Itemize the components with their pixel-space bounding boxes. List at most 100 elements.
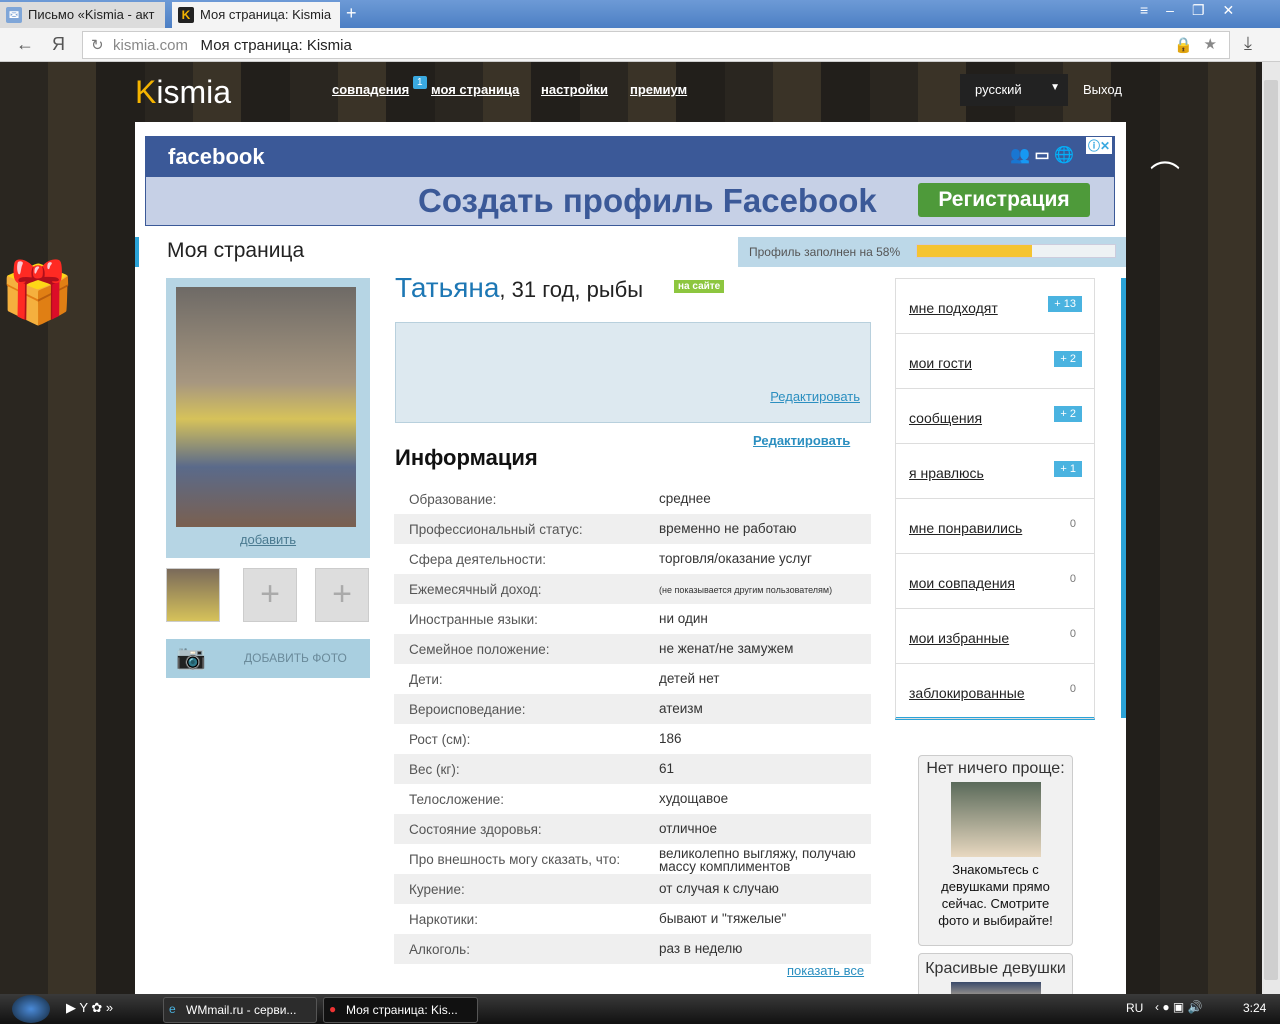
sidebar-item-label[interactable]: мои гости xyxy=(909,355,972,371)
page-title: Моя страница xyxy=(135,237,735,267)
tab-kismia[interactable]: K Моя страница: Kismia xyxy=(172,2,340,28)
page-viewport: Kismia совпадения 1 моя страница настрой… xyxy=(0,62,1262,994)
quicklaunch-icons[interactable]: ▶ Y ✿ » xyxy=(66,1000,113,1016)
taskbar-item-kismia[interactable]: ● Моя страница: Kis... xyxy=(323,997,478,1023)
sidebar-item[interactable]: я нравлюсь + 1 xyxy=(896,444,1094,499)
start-button[interactable] xyxy=(12,995,50,1023)
sidebar-item-label[interactable]: я нравлюсь xyxy=(909,465,984,481)
address-bar-row: ← Я ↻ kismia.com Моя страница: Kismia 🔒 … xyxy=(0,28,1280,62)
info-heading: Информация xyxy=(395,445,538,470)
ad-text: Знакомьтесь с девушками прямо сейчас. См… xyxy=(938,862,1053,928)
nav-premium[interactable]: премиум xyxy=(630,82,687,97)
info-label: Семейное положение: xyxy=(409,642,550,657)
profile-photo[interactable] xyxy=(176,287,356,527)
photo-thumbnail[interactable] xyxy=(166,568,220,622)
ie-icon: e xyxy=(169,1002,176,1016)
info-value: детей нет xyxy=(659,671,720,686)
kismia-favicon: K xyxy=(178,7,194,23)
taskbar-label: Моя страница: Kis... xyxy=(346,1003,458,1017)
matches-badge: 1 xyxy=(413,76,427,89)
sidebar-item[interactable]: заблокированные 0 xyxy=(896,664,1094,719)
info-value: 186 xyxy=(659,731,682,746)
back-icon[interactable]: ← xyxy=(16,34,34,55)
url-title: Моя страница: Kismia xyxy=(200,37,352,54)
info-row: Телосложение: худощавое xyxy=(394,784,871,814)
edit-info-link[interactable]: Редактировать xyxy=(753,433,850,448)
sidebar-item[interactable]: мне понравились 0 xyxy=(896,499,1094,554)
profile-heading: Татьяна, 31 год, рыбы xyxy=(395,272,643,304)
url-input[interactable]: ↻ kismia.com Моя страница: Kismia 🔒 ★ xyxy=(82,31,1230,59)
fb-ad-text: Создать профиль Facebook xyxy=(418,182,877,219)
info-label: Состояние здоровья: xyxy=(409,822,542,837)
add-thumbnail-button[interactable]: + xyxy=(243,568,297,622)
ad-close-icon[interactable]: ⓘ✕ xyxy=(1085,137,1112,154)
nav-settings[interactable]: настройки xyxy=(541,82,608,97)
sidebar-item-label[interactable]: мне понравились xyxy=(909,520,1022,536)
sidebar-count-badge: + 13 xyxy=(1048,296,1082,312)
yandex-icon[interactable]: Я xyxy=(52,34,65,55)
nav-my-page[interactable]: моя страница xyxy=(431,82,519,97)
yandex-browser-icon: ● xyxy=(329,1002,337,1016)
main-photo-box: добавить xyxy=(166,278,370,558)
show-all-link[interactable]: показать все xyxy=(787,963,864,978)
download-icon[interactable]: ⤓ xyxy=(1244,33,1252,54)
side-ad[interactable]: Нет ничего проще: Знакомьтесь с девушкам… xyxy=(918,755,1073,946)
gift-icon: 🎁 xyxy=(0,259,75,326)
window-controls[interactable]: ≡–❐✕ xyxy=(1140,2,1252,19)
clock[interactable]: 3:24 xyxy=(1243,1001,1266,1015)
sidebar-item[interactable]: мои совпадения 0 xyxy=(896,554,1094,609)
sidebar-item-label[interactable]: заблокированные xyxy=(909,685,1025,701)
info-value: (не показывается другим пользователям) xyxy=(659,585,833,595)
info-value: среднее xyxy=(659,491,711,506)
info-row: Вес (кг): 61 xyxy=(394,754,871,784)
sidebar-count-badge: + 2 xyxy=(1054,351,1082,367)
info-value: отличное xyxy=(659,821,718,836)
tab-label: Письмо «Kismia - акт xyxy=(28,7,155,22)
sidebar-item[interactable]: мне подходят + 13 xyxy=(896,279,1094,334)
tab-label: Моя страница: Kismia xyxy=(200,7,332,22)
ad-title: Нет ничего проще: xyxy=(926,760,1065,777)
sidebar-item-label[interactable]: сообщения xyxy=(909,410,982,426)
new-tab-button[interactable]: + xyxy=(346,3,357,24)
add-photo-button[interactable]: 📷 ДОБАВИТЬ ФОТО xyxy=(166,639,370,678)
info-label: Сфера деятельности: xyxy=(409,552,547,567)
language-indicator[interactable]: RU xyxy=(1126,1001,1143,1015)
sidebar-item-label[interactable]: мои избранные xyxy=(909,630,1009,646)
tab-mail[interactable]: ✉ Письмо «Kismia - акт xyxy=(0,2,165,28)
sidebar-item-label[interactable]: мне подходят xyxy=(909,300,998,316)
facebook-ad[interactable]: facebook 👥 ▭ 🌐 ⓘ✕ Создать профиль Facebo… xyxy=(145,136,1115,226)
sidebar-item-label[interactable]: мои совпадения xyxy=(909,575,1015,591)
ad-image xyxy=(950,982,1041,994)
info-label: Вероисповедание: xyxy=(409,702,526,717)
language-select[interactable]: русский ▼ xyxy=(960,74,1068,106)
info-label: Дети: xyxy=(409,672,443,687)
edit-about-link[interactable]: Редактировать xyxy=(770,389,860,404)
fb-register-button[interactable]: Регистрация xyxy=(918,183,1090,217)
scrollbar-thumb[interactable] xyxy=(1264,80,1278,980)
add-photo-link[interactable]: добавить xyxy=(166,532,370,547)
sidebar-count-badge: 0 xyxy=(1069,683,1076,695)
info-label: Иностранные языки: xyxy=(409,612,538,627)
kismia-logo[interactable]: Kismia xyxy=(135,74,231,111)
tray-icons[interactable]: ‹ ● ▣ 🔊 xyxy=(1155,1000,1203,1014)
add-thumbnail-button[interactable]: + xyxy=(315,568,369,622)
info-value: атеизм xyxy=(659,701,703,716)
ad-image xyxy=(950,782,1041,857)
camera-icon: 📷 xyxy=(176,644,206,671)
sidebar-item[interactable]: мои избранные 0 xyxy=(896,609,1094,664)
sidebar-item[interactable]: сообщения + 2 xyxy=(896,389,1094,444)
info-value: торговля/оказание услуг xyxy=(659,551,812,566)
taskbar-item-wmmail[interactable]: e WMmail.ru - серви... xyxy=(163,997,317,1023)
logout-link[interactable]: Выход xyxy=(1083,82,1122,97)
fb-ad-header: facebook 👥 ▭ 🌐 ⓘ✕ xyxy=(146,137,1114,177)
fb-ad-body: Создать профиль Facebook Регистрация xyxy=(146,177,1114,225)
star-icon[interactable]: ★ xyxy=(1204,35,1217,53)
info-row: Сфера деятельности: торговля/оказание усл… xyxy=(394,544,871,574)
side-ad-2[interactable]: Красивые девушки xyxy=(918,953,1073,994)
taskbar-label: WMmail.ru - серви... xyxy=(186,1003,297,1017)
sidebar-item[interactable]: мои гости + 2 xyxy=(896,334,1094,389)
reload-icon[interactable]: ↻ xyxy=(91,36,104,54)
info-row: Семейное положение: не женат/не замужем xyxy=(394,634,871,664)
sidebar-count-badge: + 2 xyxy=(1054,406,1082,422)
nav-matches[interactable]: совпадения xyxy=(332,82,409,97)
